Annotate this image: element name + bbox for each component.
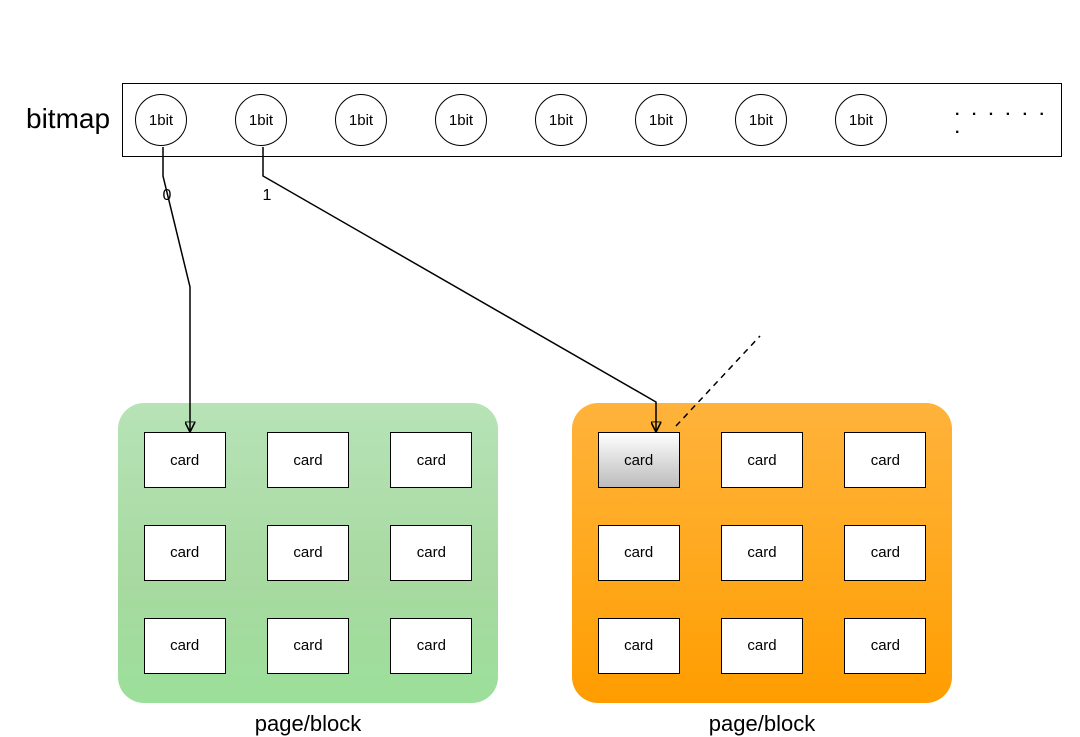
card: card (721, 525, 803, 581)
bit-circle-5: 1bit (635, 94, 687, 146)
card: card (267, 525, 349, 581)
card: card (598, 525, 680, 581)
card: card (721, 432, 803, 488)
card: card (267, 432, 349, 488)
ellipsis-icon: . . . . . . . (955, 102, 1061, 138)
arrow-bit1-to-orange (263, 147, 656, 430)
card: card (144, 432, 226, 488)
bit-circle-6: 1bit (735, 94, 787, 146)
bit-circle-2: 1bit (335, 94, 387, 146)
panel-orange: card card card card card card card card … (572, 403, 952, 703)
card: card (721, 618, 803, 674)
card: card (390, 525, 472, 581)
bit-index-1: 1 (255, 187, 279, 205)
card: card (844, 525, 926, 581)
card: card (390, 618, 472, 674)
bit-circle-3: 1bit (435, 94, 487, 146)
bit-circle-1: 1bit (235, 94, 287, 146)
card: card (390, 432, 472, 488)
bit-circle-4: 1bit (535, 94, 587, 146)
card: card (144, 525, 226, 581)
panel-orange-label: page/block (709, 711, 815, 737)
card: card (844, 618, 926, 674)
bit-circle-7: 1bit (835, 94, 887, 146)
diagram-stage: bitmap 1bit 1bit 1bit 1bit 1bit 1bit 1bi… (0, 0, 1080, 724)
card: card (144, 618, 226, 674)
card: card (844, 432, 926, 488)
panel-green: card card card card card card card card … (118, 403, 498, 703)
bit-circle-0: 1bit (135, 94, 187, 146)
bit-index-0: 0 (155, 187, 179, 205)
card: card (267, 618, 349, 674)
card: card (598, 618, 680, 674)
panel-green-label: page/block (255, 711, 361, 737)
bitmap-strip: 1bit 1bit 1bit 1bit 1bit 1bit 1bit 1bit … (122, 83, 1062, 157)
card-highlighted: card (598, 432, 680, 488)
bitmap-label: bitmap (26, 103, 110, 135)
